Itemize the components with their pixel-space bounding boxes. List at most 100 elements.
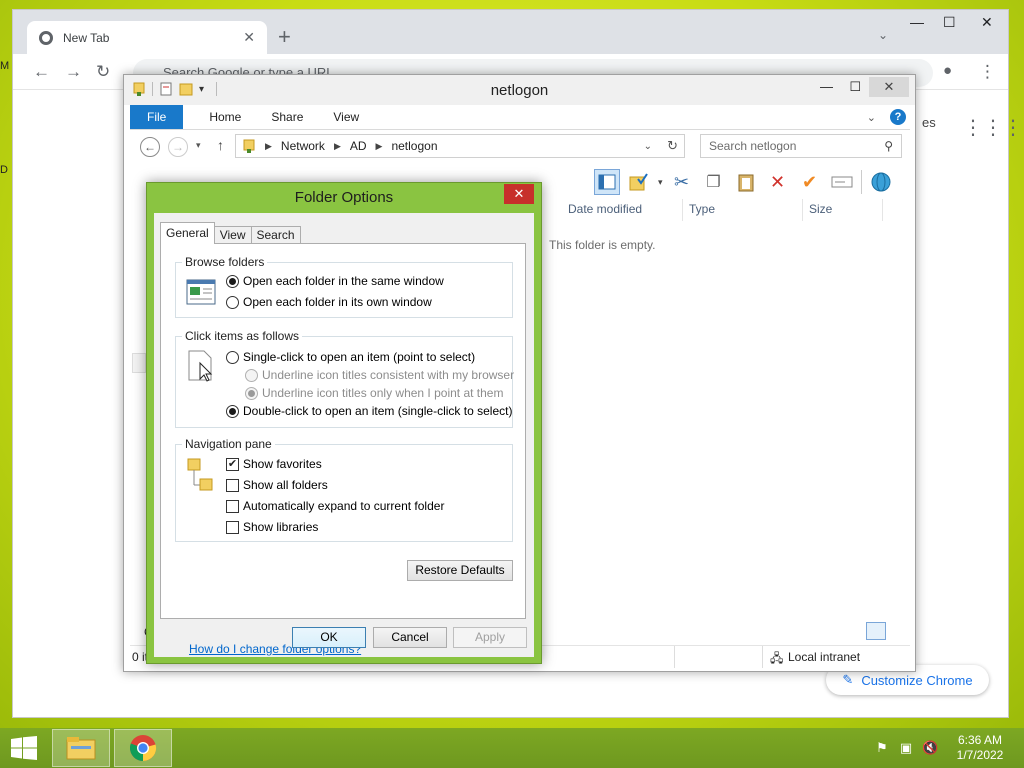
system-clock[interactable]: 6:36 AM 1/7/2022	[950, 733, 1010, 763]
rename-icon[interactable]	[829, 169, 855, 195]
apply-button[interactable]: Apply	[453, 627, 527, 648]
tab-close-icon[interactable]: ✕	[243, 29, 255, 46]
column-size[interactable]: Size	[809, 202, 832, 216]
ribbon-tab-share[interactable]: Share	[255, 105, 317, 129]
reload-icon[interactable]: ↻	[96, 62, 110, 82]
taskbar-file-explorer[interactable]	[52, 729, 110, 767]
checkmark-icon[interactable]: ✔	[797, 169, 823, 195]
dialog-close-icon[interactable]: ✕	[504, 184, 534, 204]
forward-arrow-icon[interactable]: →	[65, 62, 82, 82]
option-label: Show all folders	[243, 478, 328, 492]
details-view-icon[interactable]	[866, 622, 886, 640]
view-toggles	[866, 622, 910, 640]
volume-muted-icon[interactable]: 🔇	[922, 740, 938, 756]
up-arrow-icon[interactable]: ↑	[217, 137, 224, 153]
large-icons-view-icon[interactable]	[890, 622, 910, 640]
chrome-tabstrip: New Tab ✕ + ⌄ — ☐ ✕	[13, 10, 1008, 54]
checkbox[interactable]: ✔	[226, 457, 239, 471]
window-illustration-icon	[186, 279, 216, 305]
radio-button[interactable]	[226, 404, 239, 418]
breadcrumb-network[interactable]: Network	[281, 139, 325, 153]
ok-button[interactable]: OK	[292, 627, 366, 648]
cut-icon[interactable]: ✂	[669, 169, 695, 195]
radio-button	[245, 386, 258, 400]
chrome-logo-icon	[129, 735, 157, 762]
column-type[interactable]: Type	[689, 202, 715, 216]
radio-single-click[interactable]: Single-click to open an item (point to s…	[226, 350, 475, 364]
breadcrumb-netlogon[interactable]: netlogon	[391, 139, 437, 153]
breadcrumb-ad[interactable]: AD	[350, 139, 367, 153]
new-tab-button[interactable]: +	[278, 24, 291, 50]
customize-chrome-label: Customize Chrome	[861, 672, 973, 688]
radio-double-click[interactable]: Double-click to open an item (single-cli…	[226, 404, 512, 418]
explorer-back-icon[interactable]: ←	[140, 137, 160, 157]
navigation-pane-label: Navigation pane	[182, 437, 275, 451]
search-input[interactable]: Search netlogon ⚲	[700, 134, 902, 158]
chrome-menu-icon[interactable]: ⋮	[979, 62, 996, 82]
tab-search[interactable]: Search	[250, 226, 301, 244]
delete-icon[interactable]: ✕	[765, 169, 791, 195]
general-tab-panel: Browse folders Open each folder in the s…	[160, 243, 526, 656]
tab-view[interactable]: View	[213, 226, 252, 244]
action-center-flag-icon[interactable]: ⚑	[874, 740, 890, 756]
explorer-forward-icon[interactable]: →	[168, 137, 188, 157]
column-date-modified[interactable]: Date modified	[568, 202, 642, 216]
maximize-icon[interactable]: ☐	[943, 14, 956, 31]
browse-folders-label: Browse folders	[182, 255, 268, 269]
chrome-favicon-icon	[39, 30, 53, 45]
checkbox-show-favorites[interactable]: ✔ Show favorites	[226, 457, 322, 471]
explorer-close-icon[interactable]: ✕	[869, 77, 909, 97]
preview-pane-icon[interactable]	[594, 169, 620, 195]
checkbox[interactable]	[226, 499, 239, 513]
copy-icon[interactable]: ❐	[701, 169, 727, 195]
cancel-button[interactable]: Cancel	[373, 627, 447, 648]
explorer-minimize-icon[interactable]: —	[820, 79, 833, 94]
pointer-document-icon	[188, 350, 213, 382]
google-apps-icon[interactable]: ⋮⋮⋮	[963, 115, 1023, 140]
checkbox-auto-expand[interactable]: Automatically expand to current folder	[226, 499, 444, 513]
tab-general[interactable]: General	[160, 222, 215, 244]
close-icon[interactable]: ✕	[981, 14, 993, 31]
back-arrow-icon[interactable]: ←	[33, 62, 50, 82]
option-label: Single-click to open an item (point to s…	[243, 350, 476, 364]
radio-button[interactable]	[226, 295, 239, 309]
help-icon[interactable]: ?	[890, 109, 906, 125]
pencil-icon: ✎	[842, 672, 854, 687]
explorer-maximize-icon[interactable]: ☐	[849, 79, 861, 95]
address-bar[interactable]: ▶ Network ▶ AD ▶ netlogon ⌄ ↻	[235, 134, 685, 158]
radio-own-window[interactable]: Open each folder in its own window	[226, 295, 432, 309]
network-icon[interactable]: ▣	[898, 740, 914, 756]
file-explorer-icon	[66, 737, 96, 760]
checkbox[interactable]	[226, 520, 239, 534]
ntp-peek-text: es	[922, 115, 936, 130]
address-dropdown-icon[interactable]: ⌄	[644, 141, 652, 152]
taskbar-chrome[interactable]	[114, 729, 172, 767]
checkbox-show-libraries[interactable]: Show libraries	[226, 520, 318, 534]
taskbar: ⚑ ▣ 🔇 6:36 AM 1/7/2022	[0, 728, 1024, 768]
globe-icon[interactable]	[868, 169, 894, 195]
restore-defaults-button[interactable]: Restore Defaults	[407, 560, 513, 581]
windows-start-icon[interactable]	[10, 736, 38, 760]
option-label: Show libraries	[243, 520, 319, 534]
refresh-icon[interactable]: ↻	[667, 138, 678, 154]
minimize-icon[interactable]: —	[910, 14, 924, 30]
radio-button[interactable]	[226, 274, 239, 288]
radio-button[interactable]	[226, 350, 239, 364]
checkbox[interactable]	[226, 478, 239, 492]
profile-avatar-icon[interactable]: ●	[943, 62, 952, 79]
radio-underline-point: Underline icon titles only when I point …	[245, 386, 503, 400]
checkbox-show-all-folders[interactable]: Show all folders	[226, 478, 328, 492]
folder-check-icon[interactable]	[626, 169, 652, 195]
folder-options-dialog: Folder Options ✕ General View Search Bro…	[146, 182, 542, 664]
tab-search-dropdown-icon[interactable]: ⌄	[878, 28, 888, 42]
ribbon-tab-home[interactable]: Home	[183, 105, 255, 129]
ribbon-tab-file[interactable]: File	[130, 105, 184, 129]
chrome-tab-new-tab[interactable]: New Tab ✕	[27, 21, 267, 54]
paste-icon[interactable]	[733, 169, 759, 195]
radio-underline-consistent: Underline icon titles consistent with my…	[245, 368, 514, 382]
organize-dropdown-icon[interactable]: ▾	[658, 177, 663, 188]
radio-same-window[interactable]: Open each folder in the same window	[226, 274, 444, 288]
ribbon-tab-view[interactable]: View	[317, 105, 373, 129]
ribbon-expand-icon[interactable]: ⌄	[867, 111, 876, 124]
recent-locations-icon[interactable]: ▾	[196, 140, 201, 151]
